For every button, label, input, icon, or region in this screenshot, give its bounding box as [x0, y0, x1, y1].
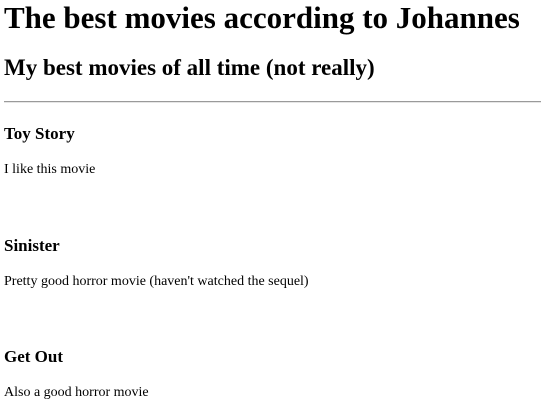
divider: [4, 101, 541, 103]
movie-title: Get Out: [4, 347, 64, 366]
movie-item: Sinister Pretty good horror movie (haven…: [4, 236, 541, 291]
movie-description: I like this movie: [4, 162, 96, 177]
page-title: The best movies according to Johannes: [4, 0, 520, 35]
movie-description: Pretty good horror movie (haven't watche…: [4, 274, 309, 289]
page: The best movies according to Johannes My…: [0, 0, 541, 409]
movie-title: Toy Story: [4, 124, 75, 143]
movie-item: Get Out Also a good horror movie: [4, 347, 541, 402]
movie-description: Also a good horror movie: [4, 385, 149, 400]
page-subtitle: My best movies of all time (not really): [4, 55, 375, 80]
movie-title: Sinister: [4, 236, 60, 255]
movie-item: Toy Story I like this movie: [4, 124, 541, 179]
